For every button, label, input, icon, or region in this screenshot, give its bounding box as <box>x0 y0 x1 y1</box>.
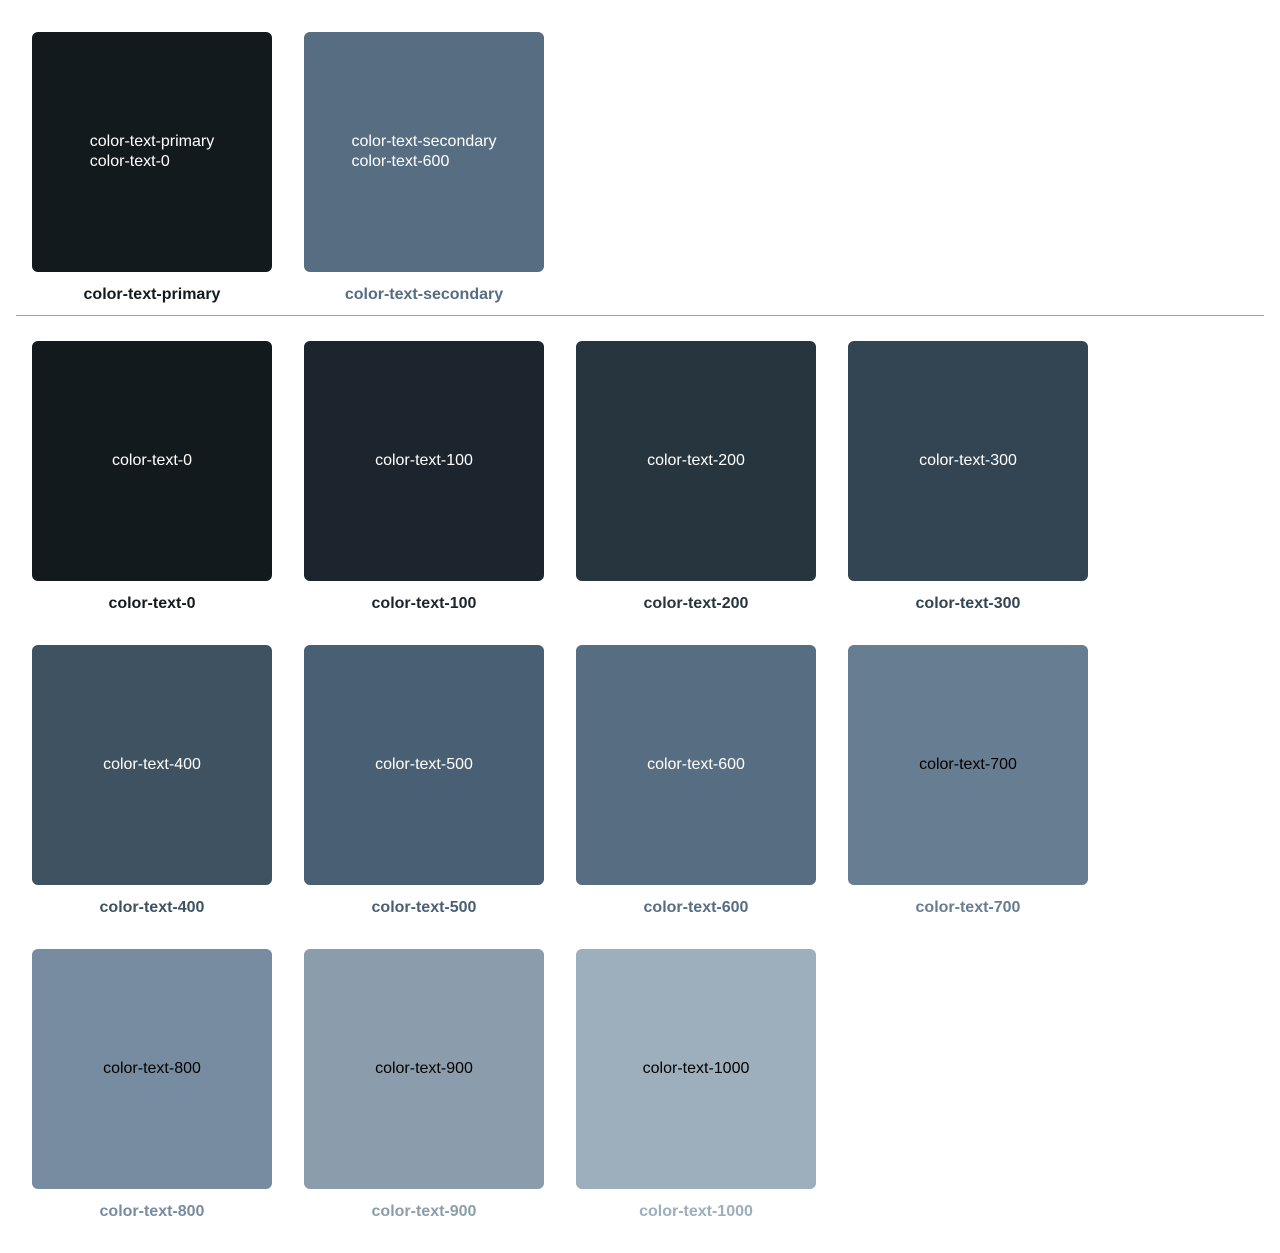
swatch-primary-line-2: color-text-0 <box>89 153 170 170</box>
swatch-card-color-text-500: color-text-500 color-text-500 <box>304 645 544 917</box>
swatch-primary-line-1: color-text-primary <box>89 133 215 150</box>
swatch-color-text-100: color-text-100 <box>304 341 544 581</box>
swatch-secondary-line-2: color-text-600 <box>351 153 450 170</box>
swatch-caption: color-text-200 <box>643 595 749 612</box>
swatch-card-color-text-700: color-text-700 color-text-700 <box>848 645 1088 917</box>
swatch-card-color-text-200: color-text-200 color-text-200 <box>576 341 816 613</box>
swatch-caption: color-text-0 <box>108 595 196 612</box>
swatch-caption: color-text-600 <box>643 899 749 916</box>
swatch-label: color-text-800 <box>103 1060 201 1077</box>
swatch-caption: color-text-400 <box>99 899 205 916</box>
section-divider <box>16 315 1264 316</box>
swatch-color-text-400: color-text-400 <box>32 645 272 885</box>
swatch-label: color-text-200 <box>647 452 745 469</box>
caption-secondary: color-text-secondary <box>344 286 504 303</box>
swatch-card-primary: color-text-primary color-text-0 color-te… <box>32 32 272 304</box>
swatch-caption: color-text-300 <box>915 595 1021 612</box>
swatch-card-color-text-400: color-text-400 color-text-400 <box>32 645 272 917</box>
swatch-label: color-text-700 <box>919 756 1017 773</box>
swatch-label: color-text-100 <box>375 452 473 469</box>
scale-row-3: color-text-800 color-text-800 color-text… <box>32 949 816 1221</box>
scale-row-1: color-text-0 color-text-0 color-text-100… <box>32 341 1088 613</box>
swatch-color-text-1000: color-text-1000 <box>576 949 816 1189</box>
semantic-swatch-row: color-text-primary color-text-0 color-te… <box>32 32 544 304</box>
swatch-label: color-text-1000 <box>642 1060 750 1077</box>
swatch-caption: color-text-1000 <box>639 1203 753 1220</box>
swatch-caption: color-text-900 <box>371 1203 477 1220</box>
scale-row-2: color-text-400 color-text-400 color-text… <box>32 645 1088 917</box>
swatch-label: color-text-0 <box>111 452 193 469</box>
swatch-secondary: color-text-secondary color-text-600 <box>304 32 544 272</box>
swatch-secondary-label: color-text-secondary color-text-600 <box>352 132 497 172</box>
swatch-color-text-600: color-text-600 <box>576 645 816 885</box>
swatch-label: color-text-900 <box>375 1060 473 1077</box>
swatch-color-text-900: color-text-900 <box>304 949 544 1189</box>
swatch-label: color-text-600 <box>647 756 745 773</box>
swatch-caption: color-text-700 <box>915 899 1021 916</box>
swatch-primary-label: color-text-primary color-text-0 <box>90 132 214 172</box>
swatch-label: color-text-300 <box>919 452 1017 469</box>
swatch-caption: color-text-800 <box>99 1203 205 1220</box>
swatch-caption: color-text-100 <box>371 595 477 612</box>
swatch-card-color-text-1000: color-text-1000 color-text-1000 <box>576 949 816 1221</box>
swatch-caption: color-text-500 <box>371 899 477 916</box>
swatch-card-color-text-900: color-text-900 color-text-900 <box>304 949 544 1221</box>
swatch-color-text-200: color-text-200 <box>576 341 816 581</box>
swatch-color-text-0: color-text-0 <box>32 341 272 581</box>
swatch-color-text-300: color-text-300 <box>848 341 1088 581</box>
swatch-label: color-text-400 <box>103 756 201 773</box>
swatch-color-text-800: color-text-800 <box>32 949 272 1189</box>
swatch-card-color-text-600: color-text-600 color-text-600 <box>576 645 816 917</box>
swatch-label: color-text-500 <box>375 756 473 773</box>
swatch-secondary-line-1: color-text-secondary <box>351 133 497 150</box>
swatch-color-text-500: color-text-500 <box>304 645 544 885</box>
swatch-card-color-text-300: color-text-300 color-text-300 <box>848 341 1088 613</box>
caption-primary: color-text-primary <box>83 286 221 303</box>
swatch-card-color-text-100: color-text-100 color-text-100 <box>304 341 544 613</box>
swatch-card-color-text-0: color-text-0 color-text-0 <box>32 341 272 613</box>
swatch-card-color-text-800: color-text-800 color-text-800 <box>32 949 272 1221</box>
swatch-color-text-700: color-text-700 <box>848 645 1088 885</box>
swatch-card-secondary: color-text-secondary color-text-600 colo… <box>304 32 544 304</box>
swatch-primary: color-text-primary color-text-0 <box>32 32 272 272</box>
